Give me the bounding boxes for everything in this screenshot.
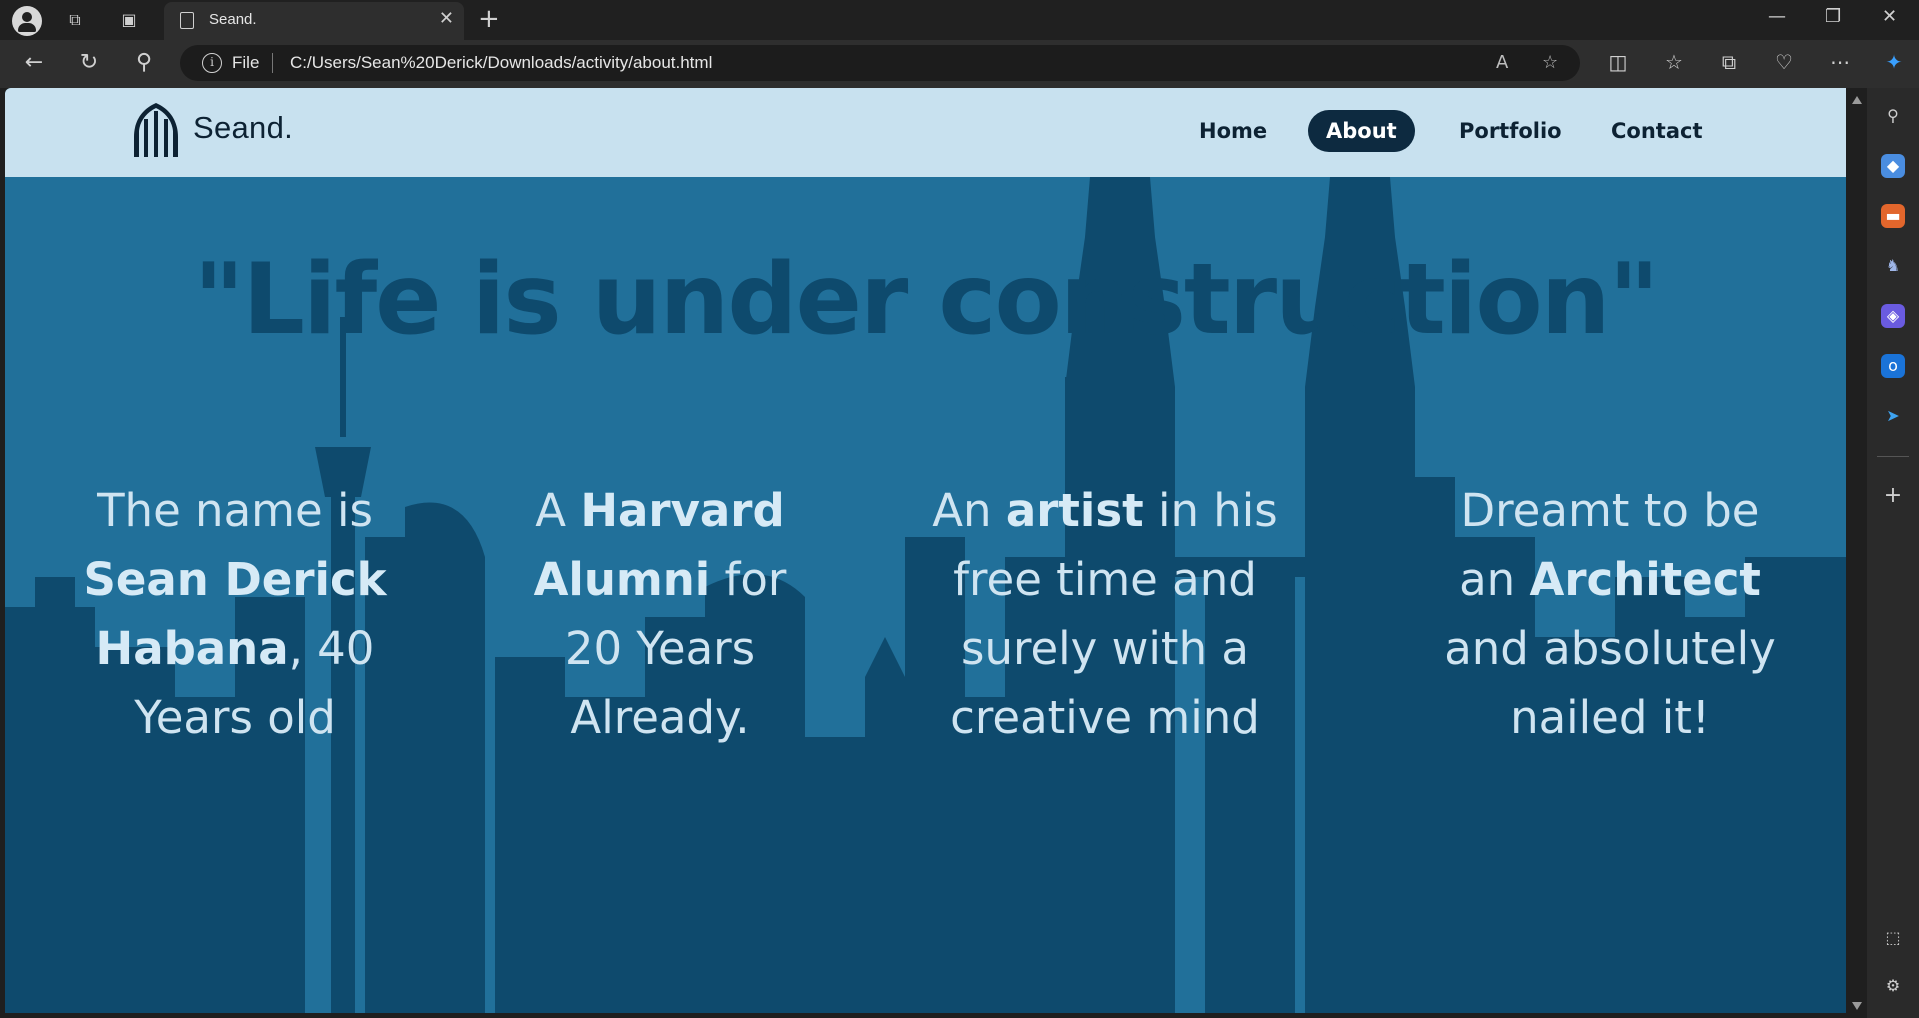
info-column-architect: Dreamt to be an Architect and absolutely…: [1405, 476, 1815, 752]
favorites-icon[interactable]: ☆: [1660, 50, 1688, 74]
col1-line4: Years old: [134, 691, 336, 744]
sidebar-settings-icon[interactable]: ⚙: [1881, 974, 1905, 998]
tools-briefcase-icon[interactable]: ▬: [1881, 204, 1905, 228]
col4-line1: Dreamt to be: [1460, 484, 1760, 537]
nav-link-about[interactable]: About: [1308, 110, 1415, 152]
col3-line1-pre: An: [932, 484, 1006, 537]
col2-years: 20 Years: [564, 622, 756, 675]
col4-architect: Architect: [1529, 553, 1761, 606]
scroll-thumb[interactable]: [1852, 112, 1861, 982]
tab-title: Seand.: [209, 11, 257, 28]
col2-line1-pre: A: [535, 484, 581, 537]
col3-line2: free time and: [953, 553, 1257, 606]
drop-send-icon[interactable]: ➤: [1881, 404, 1905, 428]
favorite-star-icon[interactable]: ☆: [1542, 52, 1558, 73]
col1-name: Sean Derick: [83, 553, 387, 606]
copilot-icon[interactable]: ✦: [1880, 50, 1908, 74]
nav-link-home[interactable]: Home: [1181, 110, 1285, 152]
info-column-artist: An artist in his free time and surely wi…: [915, 476, 1295, 752]
profile-avatar-icon[interactable]: [12, 6, 42, 36]
page-icon: [180, 12, 194, 29]
url-separator: [272, 53, 273, 73]
col3-artist: artist: [1005, 484, 1144, 537]
col4-line2-pre: an: [1459, 553, 1530, 606]
read-aloud-icon[interactable]: A: [1496, 52, 1508, 73]
col1-age: , 40: [288, 622, 375, 675]
address-bar[interactable]: i File C:/Users/Sean%20Derick/Downloads/…: [180, 45, 1580, 81]
col2-for: for: [710, 553, 787, 606]
url-text[interactable]: C:/Users/Sean%20Derick/Downloads/activit…: [290, 53, 712, 73]
url-scheme-label: File: [232, 53, 260, 72]
vertical-tabs-icon[interactable]: ▣: [116, 8, 142, 32]
nav-link-contact[interactable]: Contact: [1593, 110, 1721, 152]
collections-icon[interactable]: ⧉: [1715, 50, 1743, 74]
col1-line1: The name is: [97, 484, 373, 537]
col2-school: Harvard: [580, 484, 785, 537]
hero-quote: "Life is under construction": [193, 243, 1659, 357]
copilot-sidebar-icon[interactable]: ◈: [1881, 304, 1905, 328]
logo-text[interactable]: Seand.: [193, 110, 293, 146]
games-icon[interactable]: ♞: [1881, 254, 1905, 278]
minimize-icon[interactable]: —: [1768, 6, 1786, 27]
outlook-icon[interactable]: o: [1881, 354, 1905, 378]
back-icon[interactable]: ←: [20, 50, 48, 75]
info-column-name: The name is Sean Derick Habana, 40 Years…: [65, 476, 405, 752]
site-header: Seand. Home About Portfolio Contact: [5, 88, 1846, 177]
search-icon[interactable]: ⚲: [130, 50, 158, 75]
scroll-down-arrow-icon[interactable]: [1852, 1002, 1862, 1010]
restore-icon[interactable]: ❐: [1825, 6, 1841, 27]
close-tab-icon[interactable]: ✕: [439, 8, 454, 29]
sidebar-divider: [1877, 456, 1909, 457]
new-tab-icon[interactable]: +: [478, 4, 500, 34]
scroll-up-arrow-icon[interactable]: [1852, 96, 1862, 104]
page-scrollbar[interactable]: [1846, 88, 1867, 1018]
browser-sidebar: ⚲ ◆ ▬ ♞ ◈ o ➤ + ⬚ ⚙: [1867, 88, 1919, 1018]
info-icon[interactable]: i: [202, 53, 222, 73]
add-sidebar-app-icon[interactable]: +: [1881, 484, 1905, 508]
col2-already: Already.: [570, 691, 750, 744]
col3-line3: surely with a: [961, 622, 1249, 675]
col3-line1-rest: in his: [1143, 484, 1278, 537]
col1-surname: Habana: [95, 622, 289, 675]
seand-logo-icon[interactable]: [130, 101, 182, 159]
close-window-icon[interactable]: ✕: [1882, 6, 1897, 27]
browser-essentials-icon[interactable]: ♡: [1770, 50, 1798, 74]
browser-toolbar: ← ↻ ⚲ i File C:/Users/Sean%20Derick/Down…: [0, 40, 1919, 88]
screenshot-icon[interactable]: ⬚: [1881, 926, 1905, 950]
col2-alumni: Alumni: [533, 553, 711, 606]
shopping-tag-icon[interactable]: ◆: [1881, 154, 1905, 178]
col3-line4: creative mind: [950, 691, 1260, 744]
workspaces-icon[interactable]: ⧉: [62, 8, 88, 32]
sidebar-search-icon[interactable]: ⚲: [1881, 104, 1905, 128]
more-menu-icon[interactable]: ⋯: [1826, 50, 1854, 74]
info-column-education: A Harvard Alumni for 20 Years Already.: [495, 476, 825, 752]
page-viewport: Seand. Home About Portfolio Contact "Lif…: [5, 88, 1846, 1013]
browser-titlebar: ⧉ ▣ Seand. ✕ + — ❐ ✕: [0, 0, 1919, 40]
col4-line4: nailed it!: [1510, 691, 1710, 744]
refresh-icon[interactable]: ↻: [75, 50, 103, 75]
browser-tab[interactable]: Seand. ✕: [164, 2, 464, 40]
col4-line3: and absolutely: [1444, 622, 1776, 675]
split-screen-icon[interactable]: ◫: [1604, 50, 1632, 74]
nav-link-portfolio[interactable]: Portfolio: [1441, 110, 1580, 152]
